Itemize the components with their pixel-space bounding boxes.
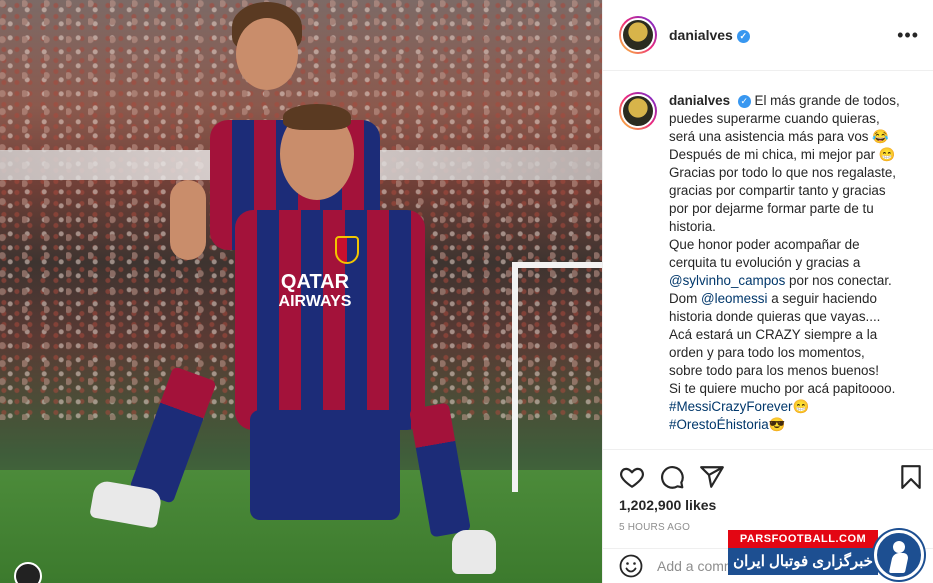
action-bar [603, 449, 933, 497]
caption-text: danialves ✓ El más grande de todos, pued… [669, 93, 900, 432]
comment-icon[interactable] [659, 464, 685, 490]
caption-area: danialves ✓ El más grande de todos, pued… [603, 72, 933, 444]
post-photo[interactable]: QATAR AIRWAYS [0, 0, 602, 583]
username[interactable]: danialves ✓ [669, 27, 750, 43]
bookmark-icon[interactable] [898, 464, 924, 490]
player-alves [225, 104, 471, 560]
club-crest-icon [335, 236, 359, 264]
caption-username[interactable]: danialves [669, 93, 730, 108]
verified-badge-icon: ✓ [737, 95, 751, 108]
post-timestamp[interactable]: 5 HOURS AGO [619, 522, 690, 533]
verified-badge-icon: ✓ [736, 30, 750, 43]
heart-icon[interactable] [619, 464, 645, 490]
goal-post [512, 262, 602, 492]
tagged-user-icon[interactable] [14, 562, 42, 583]
paper-plane-icon[interactable] [699, 464, 725, 490]
avatar[interactable] [619, 16, 657, 54]
likes-count[interactable]: 1,202,900 likes [619, 497, 716, 513]
mention-sylvinho-campos[interactable]: @sylvinho_campos [669, 273, 785, 288]
hashtag-messicrazyforever[interactable]: #MessiCrazyForever [669, 399, 793, 414]
watermark-tagline: خبرگزاری فوتبال ایران [728, 548, 878, 575]
emoji-icon[interactable] [619, 554, 643, 578]
post-side-panel: danialves ✓ ••• danialves ✓ El más grande… [602, 0, 933, 583]
parsfootball-logo-icon [874, 530, 924, 580]
parsfootball-watermark: PARSFOOTBALL.COM خبرگزاری فوتبال ایران [728, 530, 933, 583]
more-options-button[interactable]: ••• [897, 25, 919, 46]
shirt-sponsor: QATAR AIRWAYS [278, 271, 352, 310]
mention-leomessi[interactable]: @leomessi [701, 291, 767, 306]
post-header: danialves ✓ ••• [603, 0, 933, 71]
caption-avatar[interactable] [619, 92, 657, 130]
football-boot [452, 530, 496, 574]
hashtag-orestoehistoria[interactable]: #OrestoÉhistoria [669, 417, 769, 432]
watermark-site: PARSFOOTBALL.COM [728, 530, 878, 548]
